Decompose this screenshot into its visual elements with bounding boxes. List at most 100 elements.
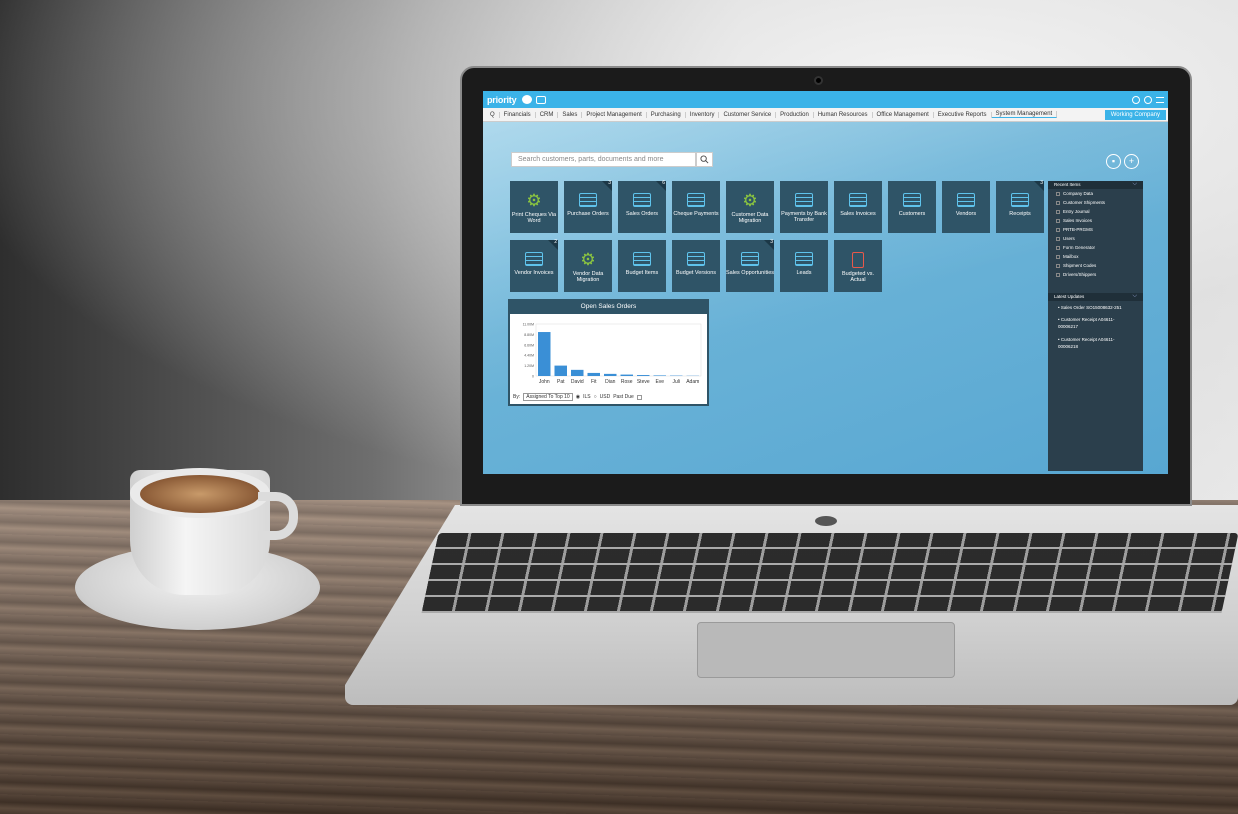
menu-item-production[interactable]: Production — [776, 111, 814, 118]
module-menu: Q Financials CRM Sales Project Managemen… — [483, 108, 1168, 122]
latest-updates-title: Latest Updates — [1054, 294, 1085, 299]
tile-vendor-data-migration[interactable]: ⚙ Vendor Data Migration — [564, 240, 612, 292]
y-tick-label: 11.00M — [523, 323, 534, 327]
form-icon — [687, 252, 705, 266]
tile-label: Budgeted vs. Actual — [841, 271, 875, 284]
radio-ils[interactable]: ◉ — [576, 394, 580, 400]
menu-item-system-management[interactable]: System Management — [991, 111, 1058, 118]
screen-icon[interactable] — [536, 95, 547, 104]
search-input[interactable]: Search customers, parts, documents and m… — [511, 152, 696, 167]
update-item[interactable]: • Customer Receipt A04611-00006217 — [1048, 313, 1143, 332]
bar[interactable] — [620, 374, 634, 376]
chart-add-icon[interactable]: ▪ — [1106, 154, 1121, 169]
past-due-checkbox[interactable] — [636, 394, 642, 400]
form-icon — [1056, 263, 1060, 268]
menu-item-sales[interactable]: Sales — [558, 111, 583, 118]
update-item[interactable]: • Customer Receipt A04611-00006218 — [1048, 333, 1143, 352]
update-item[interactable]: • Sales Order SO15008632-251 — [1048, 301, 1143, 313]
recent-item[interactable]: Company Data — [1048, 189, 1143, 198]
bar[interactable] — [587, 372, 601, 376]
clipboard-icon — [852, 252, 864, 268]
bar[interactable] — [571, 369, 584, 376]
recent-item-label: Company Data — [1063, 191, 1094, 196]
radio-usd-label: USD — [599, 394, 611, 400]
recent-item[interactable]: Customer Shipments — [1048, 198, 1143, 207]
search-icon — [700, 155, 709, 164]
menu-item-office-management[interactable]: Office Management — [873, 111, 934, 118]
x-tick-label: Steve — [637, 379, 650, 385]
group-by-select[interactable]: Assigned To Top 10 — [523, 393, 573, 401]
add-icon[interactable]: + — [1124, 154, 1139, 169]
tile-print-cheques-via-word[interactable]: ⚙ Print Cheques Via Word — [510, 181, 558, 233]
latest-updates-header[interactable]: Latest Updates ⌵ — [1048, 293, 1143, 301]
tile-label: Sales Orders — [625, 211, 659, 217]
tile-vendors[interactable]: Vendors — [942, 181, 990, 233]
menu-item-executive-reports[interactable]: Executive Reports — [934, 111, 992, 118]
radio-usd[interactable]: ○ — [594, 394, 597, 400]
recent-item[interactable]: Form Generator — [1048, 243, 1143, 252]
y-tick-label: 0 — [532, 375, 534, 379]
tile-cheque-payments[interactable]: Cheque Payments — [672, 181, 720, 233]
tile-sales-opportunities[interactable]: Sales Opportunities 3 — [726, 239, 774, 292]
menu-item-purchasing[interactable]: Purchasing — [647, 111, 686, 118]
form-icon — [633, 252, 651, 266]
menu-item-financials[interactable]: Financials — [500, 111, 536, 118]
tile-budget-items[interactable]: Budget Items — [618, 240, 666, 292]
badge-count: 3 — [770, 239, 773, 245]
form-icon — [903, 193, 921, 207]
tile-payments-by-bank-transfer[interactable]: Payments by Bank Transfer — [780, 181, 828, 233]
recent-item[interactable]: Mailbox — [1048, 252, 1143, 261]
recent-item[interactable]: Sales Invoices — [1048, 216, 1143, 225]
menu-item-customer-service[interactable]: Customer Service — [719, 111, 777, 118]
recent-item-label: PRTB-PRGMS — [1063, 227, 1093, 232]
bar[interactable] — [604, 373, 617, 376]
tile-customers[interactable]: Customers — [888, 181, 936, 233]
recent-item-label: Entry Journal — [1063, 209, 1090, 214]
chevron-down-icon[interactable]: ⌵ — [1132, 181, 1137, 188]
tile-leads[interactable]: Leads — [780, 240, 828, 292]
recent-item[interactable]: Users — [1048, 234, 1143, 243]
update-item-label: Sales Order SO15008632-251 — [1060, 305, 1122, 310]
chevron-down-icon[interactable]: ⌵ — [1132, 293, 1137, 300]
notifications-icon[interactable] — [522, 95, 533, 104]
touchpad — [697, 622, 955, 678]
form-icon — [1056, 227, 1060, 232]
tile-customer-data-migration[interactable]: ⚙ Customer Data Migration — [726, 181, 774, 233]
tile-label: Budget Items — [625, 270, 659, 276]
recent-item-label: Form Generator — [1063, 245, 1096, 250]
search-button[interactable] — [696, 152, 713, 167]
x-tick-label: John — [539, 379, 550, 385]
bar[interactable] — [554, 365, 568, 376]
tile-budgeted-vs-actual[interactable]: Budgeted vs. Actual — [834, 240, 882, 292]
y-tick-label: 8.80M — [524, 333, 534, 337]
x-tick-label: Dian — [605, 379, 616, 385]
recent-items-header[interactable]: Recent Items ⌵ — [1048, 181, 1143, 189]
recent-item[interactable]: Shipment Codes — [1048, 261, 1143, 270]
recent-item[interactable]: Entry Journal — [1048, 207, 1143, 216]
search-menu-icon[interactable]: Q — [486, 111, 500, 118]
tile-receipts[interactable]: Receipts 3 — [996, 180, 1044, 233]
user-icon[interactable] — [1132, 95, 1140, 104]
bar[interactable] — [653, 375, 667, 376]
tile-label: Receipts — [1009, 211, 1031, 217]
working-company-button[interactable]: Working Company — [1104, 109, 1166, 120]
tile-label: Vendors — [955, 211, 977, 217]
badge-count: 3 — [1040, 180, 1043, 186]
menu-icon[interactable] — [1156, 96, 1164, 103]
tile-vendor-invoices[interactable]: Vendor Invoices 2 — [510, 239, 558, 292]
help-icon[interactable] — [1144, 95, 1152, 104]
tile-budget-versions[interactable]: Budget Versions — [672, 240, 720, 292]
menu-item-project-management[interactable]: Project Management — [582, 111, 647, 118]
tile-sales-orders[interactable]: Sales Orders 6 — [618, 180, 666, 233]
recent-item[interactable]: PRTB-PRGMS — [1048, 225, 1143, 234]
recent-item[interactable]: Drivers/Shippers — [1048, 270, 1143, 279]
menu-item-human-resources[interactable]: Human Resources — [814, 111, 873, 118]
tile-sales-invoices[interactable]: Sales Invoices — [834, 181, 882, 233]
open-sales-orders-widget: Open Sales Orders 0 1.20M 4.40M 6.60M 8.80M 1… — [508, 299, 709, 406]
menu-item-inventory[interactable]: Inventory — [686, 111, 720, 118]
bar[interactable] — [637, 375, 650, 376]
menu-item-crm[interactable]: CRM — [536, 111, 559, 118]
bar[interactable] — [538, 332, 551, 376]
tile-purchase-orders[interactable]: Purchase Orders 3 — [564, 180, 612, 233]
form-icon — [1056, 209, 1060, 214]
